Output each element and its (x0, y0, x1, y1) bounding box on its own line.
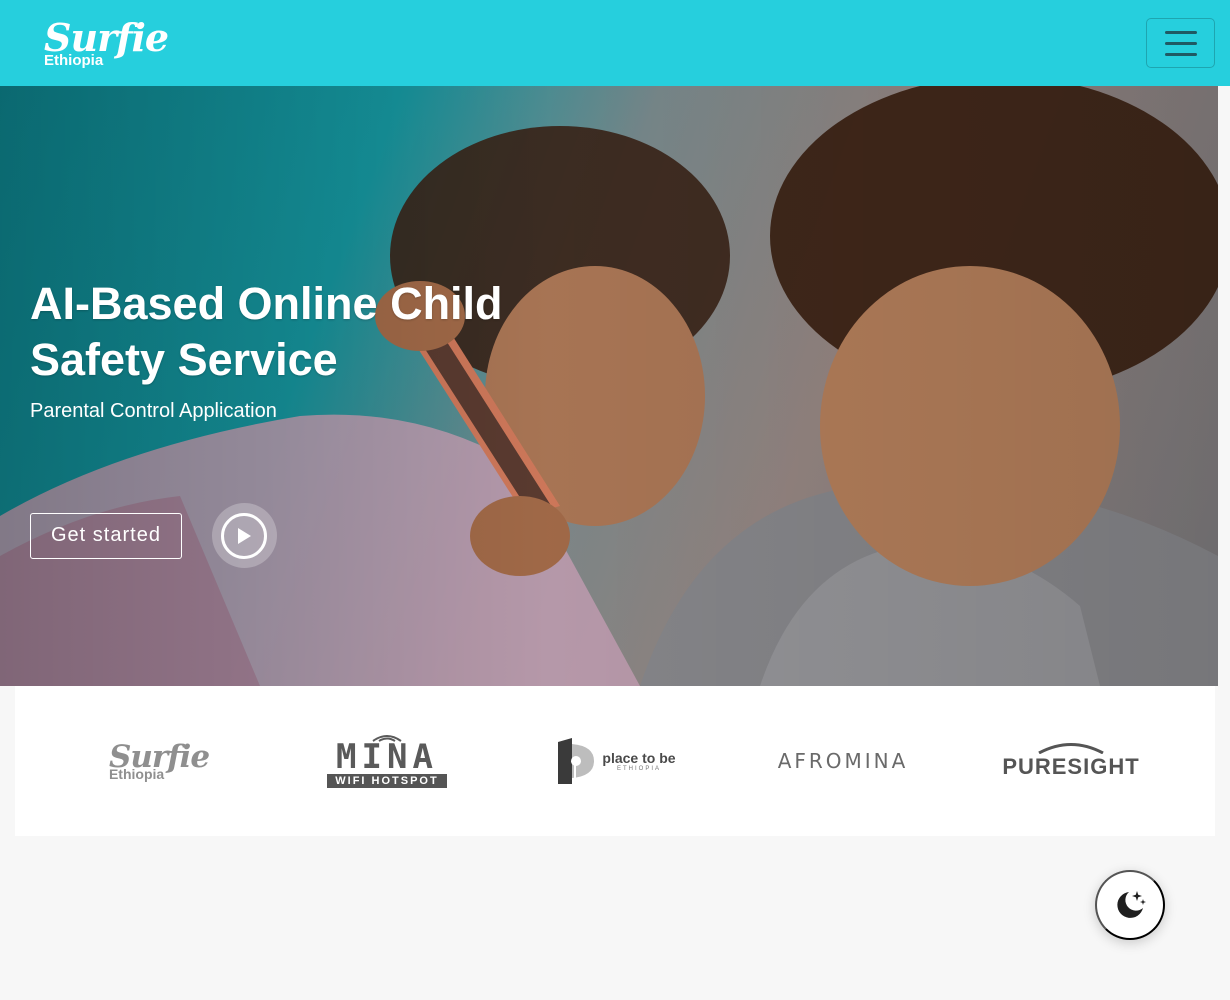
get-started-button[interactable]: Get started (30, 512, 182, 559)
hero-actions: Get started (30, 503, 277, 568)
client-logo-subtext: Ethiopia (108, 765, 165, 782)
client-logo-place-to-be: place to be ETHIOPIA (515, 731, 715, 791)
client-logo-surfie: Surfie Ethiopia (59, 731, 259, 791)
client-logo-puresight: PURESIGHT (971, 731, 1171, 791)
client-logo-text: AFROMINA (777, 749, 909, 773)
theme-toggle-button[interactable] (1095, 870, 1165, 940)
client-logo-subtext: ETHIOPIA (616, 766, 661, 772)
menu-toggle-button[interactable] (1146, 18, 1215, 68)
play-icon (221, 512, 268, 559)
brand-logo-main: Surfie (44, 14, 169, 60)
moon-stars-icon (1117, 891, 1146, 918)
brand-logo-sub: Ethiopia (44, 51, 104, 69)
hero-title: AI-Based Online Child Safety Service (30, 278, 503, 385)
clients-strip: Surfie Ethiopia MINA WIFI HOTSPOT place … (15, 686, 1215, 836)
client-logo-mina: MINA WIFI HOTSPOT (287, 731, 487, 791)
hamburger-menu-icon (1164, 30, 1197, 34)
client-logo-afromina: AFROMINA (743, 731, 943, 791)
hero-subtitle: Parental Control Application (30, 400, 277, 422)
client-logo-subtext: WIFI HOTSPOT (327, 774, 447, 788)
hero-text: AI-Based Online Child Safety Service Par… (30, 276, 590, 423)
client-logo-text: MINA (336, 737, 438, 777)
play-video-button[interactable] (211, 503, 277, 568)
place-to-be-mark-icon (558, 738, 595, 784)
brand-logo[interactable]: Surfie Ethiopia (44, 14, 169, 69)
top-navbar: Surfie Ethiopia (0, 0, 1230, 86)
client-logo-text: PURESIGHT (1002, 754, 1140, 779)
client-logo-text: place to be (602, 750, 676, 766)
hero-section: AI-Based Online Child Safety Service Par… (0, 86, 1218, 686)
puresight-arc-icon (1038, 743, 1104, 754)
